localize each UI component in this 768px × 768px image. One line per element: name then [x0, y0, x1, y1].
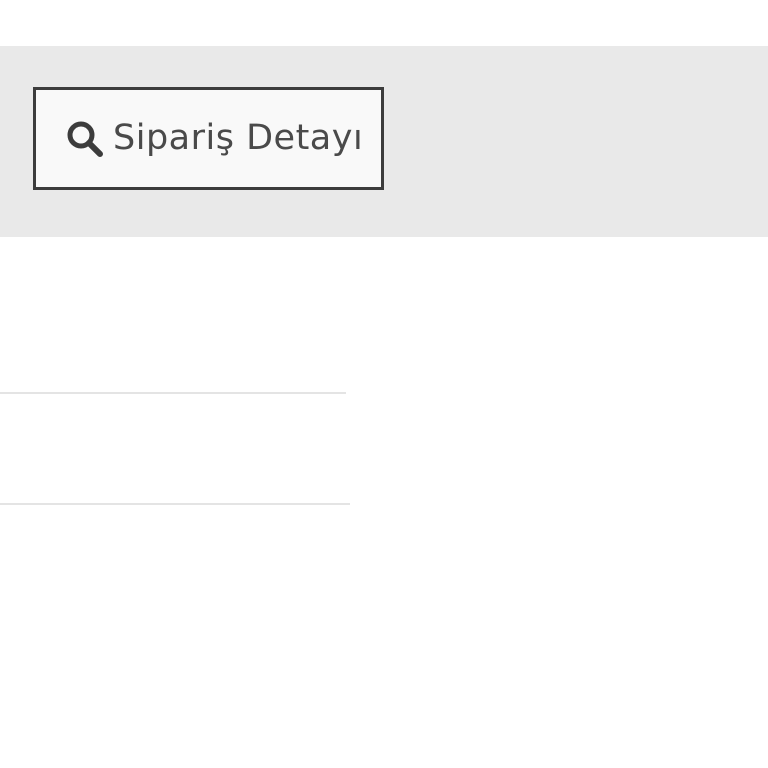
divider	[0, 503, 350, 505]
page: Sipariş Detayı	[0, 0, 768, 768]
order-detail-button[interactable]: Sipariş Detayı	[33, 87, 384, 190]
search-icon	[66, 120, 104, 158]
order-detail-button-label: Sipariş Detayı	[113, 118, 364, 158]
divider	[0, 392, 346, 394]
